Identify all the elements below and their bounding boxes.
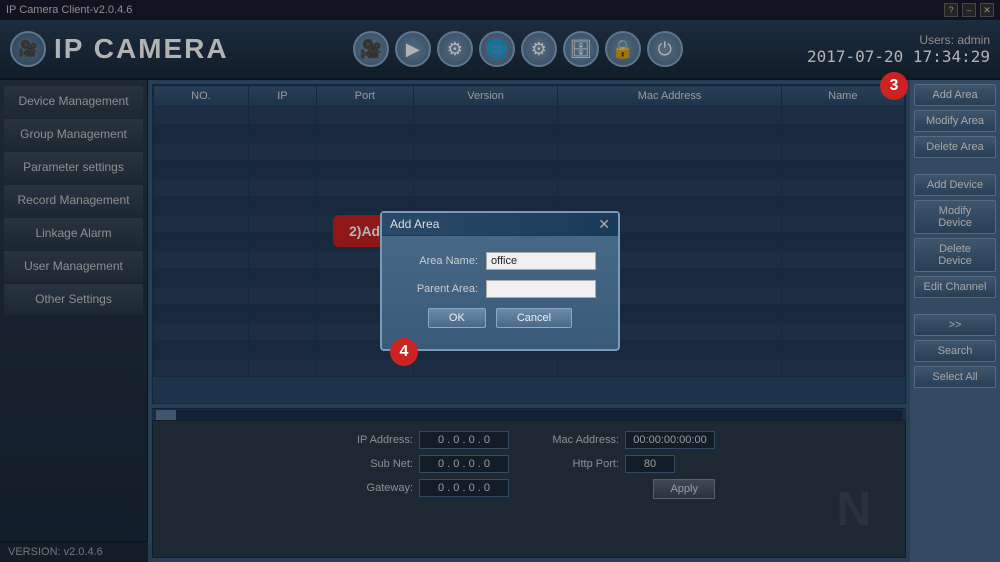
add-area-modal: Add Area ✕ Area Name: Parent Area: OK Ca… (380, 211, 620, 351)
step3-circle: 3 (880, 72, 908, 100)
area-name-row: Area Name: (398, 252, 602, 270)
parent-area-input[interactable] (486, 280, 596, 298)
modal-title: Add Area (390, 217, 439, 231)
parent-area-label: Parent Area: (398, 283, 478, 295)
modal-close-button[interactable]: ✕ (598, 217, 610, 231)
step4-circle: 4 (390, 338, 418, 366)
modal-body: Area Name: Parent Area: OK Cancel (382, 236, 618, 338)
modal-overlay[interactable]: Add Area ✕ Area Name: Parent Area: OK Ca… (0, 0, 1000, 562)
modal-title-bar: Add Area ✕ (382, 213, 618, 236)
area-name-input[interactable] (486, 252, 596, 270)
parent-area-row: Parent Area: (398, 280, 602, 298)
modal-buttons: OK Cancel (398, 308, 602, 328)
modal-cancel-button[interactable]: Cancel (496, 308, 572, 328)
modal-ok-button[interactable]: OK (428, 308, 486, 328)
area-name-label: Area Name: (398, 255, 478, 267)
